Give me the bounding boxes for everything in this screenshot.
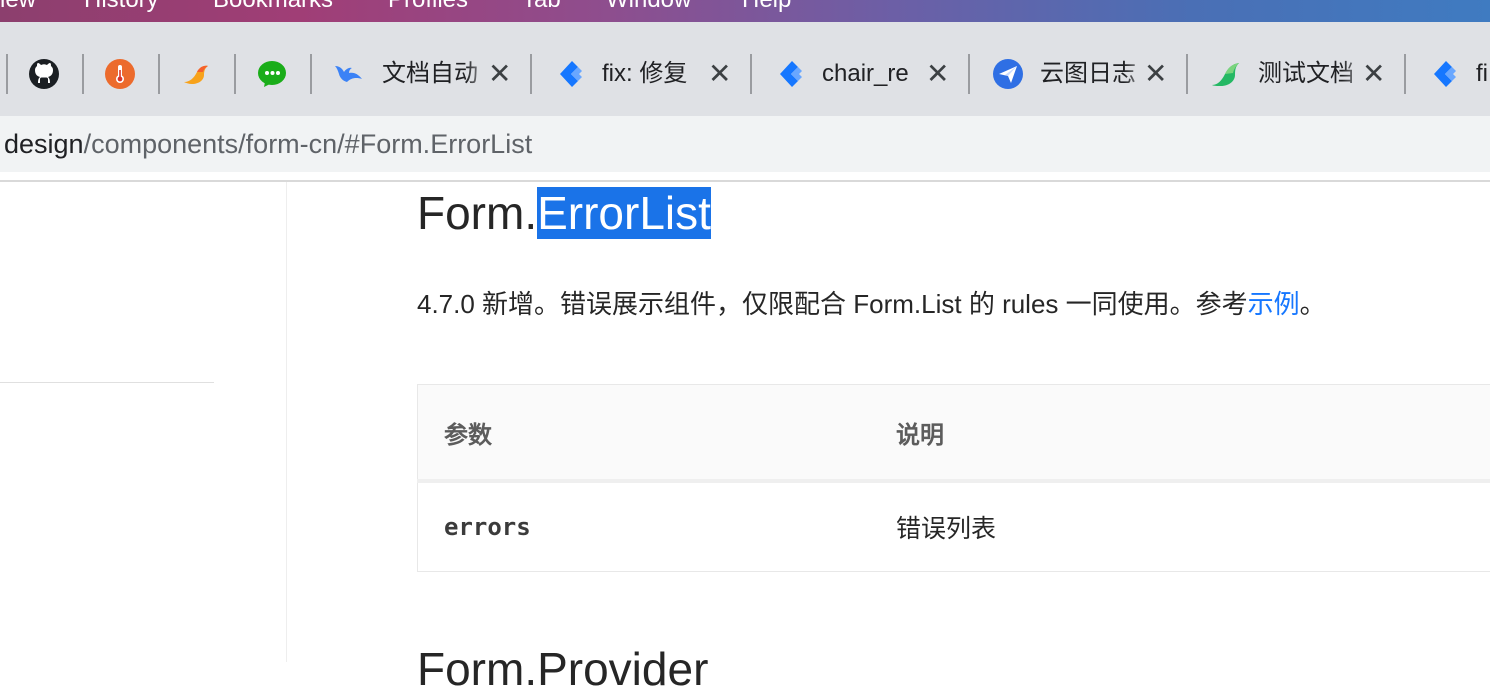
sidebar-border bbox=[286, 182, 287, 662]
tab-separator bbox=[6, 54, 8, 94]
paper-plane-icon bbox=[992, 58, 1024, 90]
menu-help[interactable]: Help bbox=[742, 0, 791, 14]
tab-title: fix: 修复 bbox=[602, 58, 714, 90]
page-title: Form.ErrorList bbox=[417, 182, 711, 244]
table-row: errors 错误列表 bbox=[418, 481, 1490, 572]
close-icon[interactable]: ✕ bbox=[1144, 58, 1167, 90]
title-prefix: Form. bbox=[417, 187, 537, 239]
description-end: 。 bbox=[1300, 289, 1326, 319]
description-cell: 错误列表 bbox=[870, 481, 1490, 572]
gitlab-cube-icon bbox=[774, 58, 806, 90]
menu-tab[interactable]: Tab bbox=[522, 0, 561, 14]
close-icon[interactable]: ✕ bbox=[488, 58, 511, 90]
title-selected-text: ErrorList bbox=[537, 187, 711, 239]
tab-title: chair_re bbox=[822, 58, 934, 90]
api-table: 参数 说明 errors 错误列表 bbox=[417, 384, 1490, 572]
menu-view[interactable]: iew bbox=[0, 0, 36, 14]
github-icon[interactable] bbox=[28, 58, 60, 90]
tab-separator bbox=[310, 54, 312, 94]
menu-bar: iew History Bookmarks Profiles Tab Windo… bbox=[0, 0, 1490, 22]
menu-bookmarks[interactable]: Bookmarks bbox=[213, 0, 333, 14]
header-param: 参数 bbox=[418, 385, 871, 482]
tab-title: 测试文档 bbox=[1258, 58, 1370, 90]
header-description: 说明 bbox=[870, 385, 1490, 482]
description-text: 4.7.0 新增。错误展示组件，仅限配合 Form.List 的 rules 一… bbox=[417, 289, 1248, 319]
url-path: /components/form-cn/#Form.ErrorList bbox=[84, 129, 533, 159]
green-bird-icon bbox=[1210, 58, 1242, 90]
address-bar[interactable]: design/components/form-cn/#Form.ErrorLis… bbox=[0, 116, 1490, 172]
tab-separator bbox=[234, 54, 236, 94]
tab-title: 文档自动 bbox=[382, 58, 494, 90]
wechat-icon[interactable] bbox=[256, 58, 288, 90]
tab-separator bbox=[1186, 54, 1188, 94]
menu-history[interactable]: History bbox=[84, 0, 159, 14]
close-icon[interactable]: ✕ bbox=[1362, 58, 1385, 90]
bird-icon[interactable] bbox=[180, 58, 212, 90]
gitlab-cube-icon bbox=[1428, 58, 1460, 90]
next-section-heading: Form.Provider bbox=[417, 638, 708, 700]
toolbar-divider bbox=[0, 180, 1490, 182]
gitlab-cube-icon bbox=[554, 58, 586, 90]
param-cell: errors bbox=[418, 481, 871, 572]
example-link[interactable]: 示例 bbox=[1248, 289, 1300, 319]
close-icon[interactable]: ✕ bbox=[926, 58, 949, 90]
tab-strip: 文档自动 ✕ fix: 修复 ✕ chair_re ✕ 云图日志 ✕ bbox=[0, 22, 1490, 116]
tab-separator bbox=[530, 54, 532, 94]
param-name: errors bbox=[444, 513, 531, 541]
close-icon[interactable]: ✕ bbox=[708, 58, 731, 90]
tab-separator bbox=[1404, 54, 1406, 94]
component-description: 4.7.0 新增。错误展示组件，仅限配合 Form.List 的 rules 一… bbox=[417, 284, 1326, 324]
table-header-row: 参数 说明 bbox=[418, 385, 1490, 482]
url-text[interactable]: design/components/form-cn/#Form.ErrorLis… bbox=[4, 128, 532, 160]
tab-title: fi bbox=[1476, 58, 1490, 90]
sidebar-divider bbox=[0, 382, 214, 383]
tab-separator bbox=[968, 54, 970, 94]
yuque-bird-icon bbox=[332, 58, 364, 90]
tab-separator bbox=[82, 54, 84, 94]
url-host: design bbox=[4, 129, 84, 159]
thermometer-icon[interactable] bbox=[104, 58, 136, 90]
menu-window[interactable]: Window bbox=[606, 0, 691, 14]
tab-title: 云图日志 bbox=[1040, 58, 1152, 90]
menu-profiles[interactable]: Profiles bbox=[388, 0, 468, 14]
tab-separator bbox=[158, 54, 160, 94]
tab-separator bbox=[750, 54, 752, 94]
